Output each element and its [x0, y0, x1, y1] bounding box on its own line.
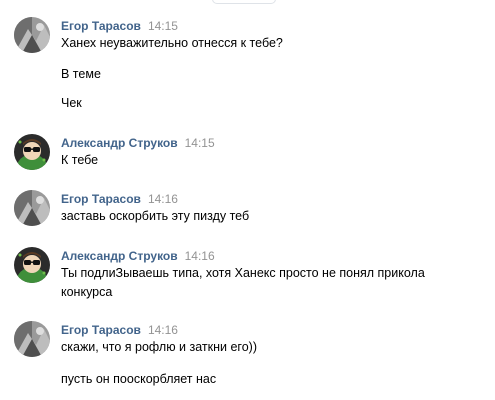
- author-name[interactable]: Егор Тарасов: [61, 19, 141, 33]
- timestamp[interactable]: 14:16: [148, 192, 178, 206]
- message-text: Ханех неуважительно отнесся к тебе?: [61, 36, 283, 50]
- timestamp[interactable]: 14:16: [148, 323, 178, 337]
- message-text: скажи, что я рофлю и заткни его)): [61, 340, 257, 354]
- message-text: пусть он пооскорбляет нас: [61, 372, 217, 386]
- message-group: Егор Тарасов 14:15 Ханех неуважительно от…: [0, 17, 495, 117]
- author-name[interactable]: Егор Тарасов: [61, 192, 141, 206]
- avatar[interactable]: [14, 17, 50, 53]
- message-text: Ты подлиЗываешь типа, хотя Ханекс просто…: [61, 266, 425, 280]
- message-group: Александр Струков 14:15 К тебе: [0, 134, 495, 174]
- message-text: Чек: [61, 96, 82, 110]
- avatar[interactable]: [14, 247, 50, 283]
- message-header: Егор Тарасов 14:16: [61, 190, 178, 208]
- avatar[interactable]: [14, 321, 50, 357]
- timestamp[interactable]: 14:16: [185, 249, 215, 263]
- message-group: Егор Тарасов 14:16 заставь оскорбить эту …: [0, 190, 495, 230]
- avatar[interactable]: [14, 134, 50, 170]
- message-text: заставь оскорбить эту пизду теб: [61, 209, 250, 223]
- avatar[interactable]: [14, 190, 50, 226]
- message-header: Александр Струков 14:15: [61, 134, 215, 152]
- timestamp[interactable]: 14:15: [185, 136, 215, 150]
- message-group: Александр Струков 14:16 Ты подлиЗываешь т…: [0, 247, 495, 307]
- message-text: В теме: [61, 67, 101, 81]
- author-name[interactable]: Александр Струков: [61, 249, 178, 263]
- message-header: Егор Тарасов 14:16: [61, 321, 178, 339]
- message-header: Александр Струков 14:16: [61, 247, 215, 265]
- message-text: конкурса: [61, 285, 113, 299]
- message-header: Егор Тарасов 14:15: [61, 17, 178, 35]
- top-tab-edge: [212, 0, 276, 4]
- message-group: Егор Тарасов 14:16 скажи, что я рофлю и з…: [0, 321, 495, 396]
- author-name[interactable]: Егор Тарасов: [61, 323, 141, 337]
- timestamp[interactable]: 14:15: [148, 19, 178, 33]
- author-name[interactable]: Александр Струков: [61, 136, 178, 150]
- message-text: К тебе: [61, 153, 99, 167]
